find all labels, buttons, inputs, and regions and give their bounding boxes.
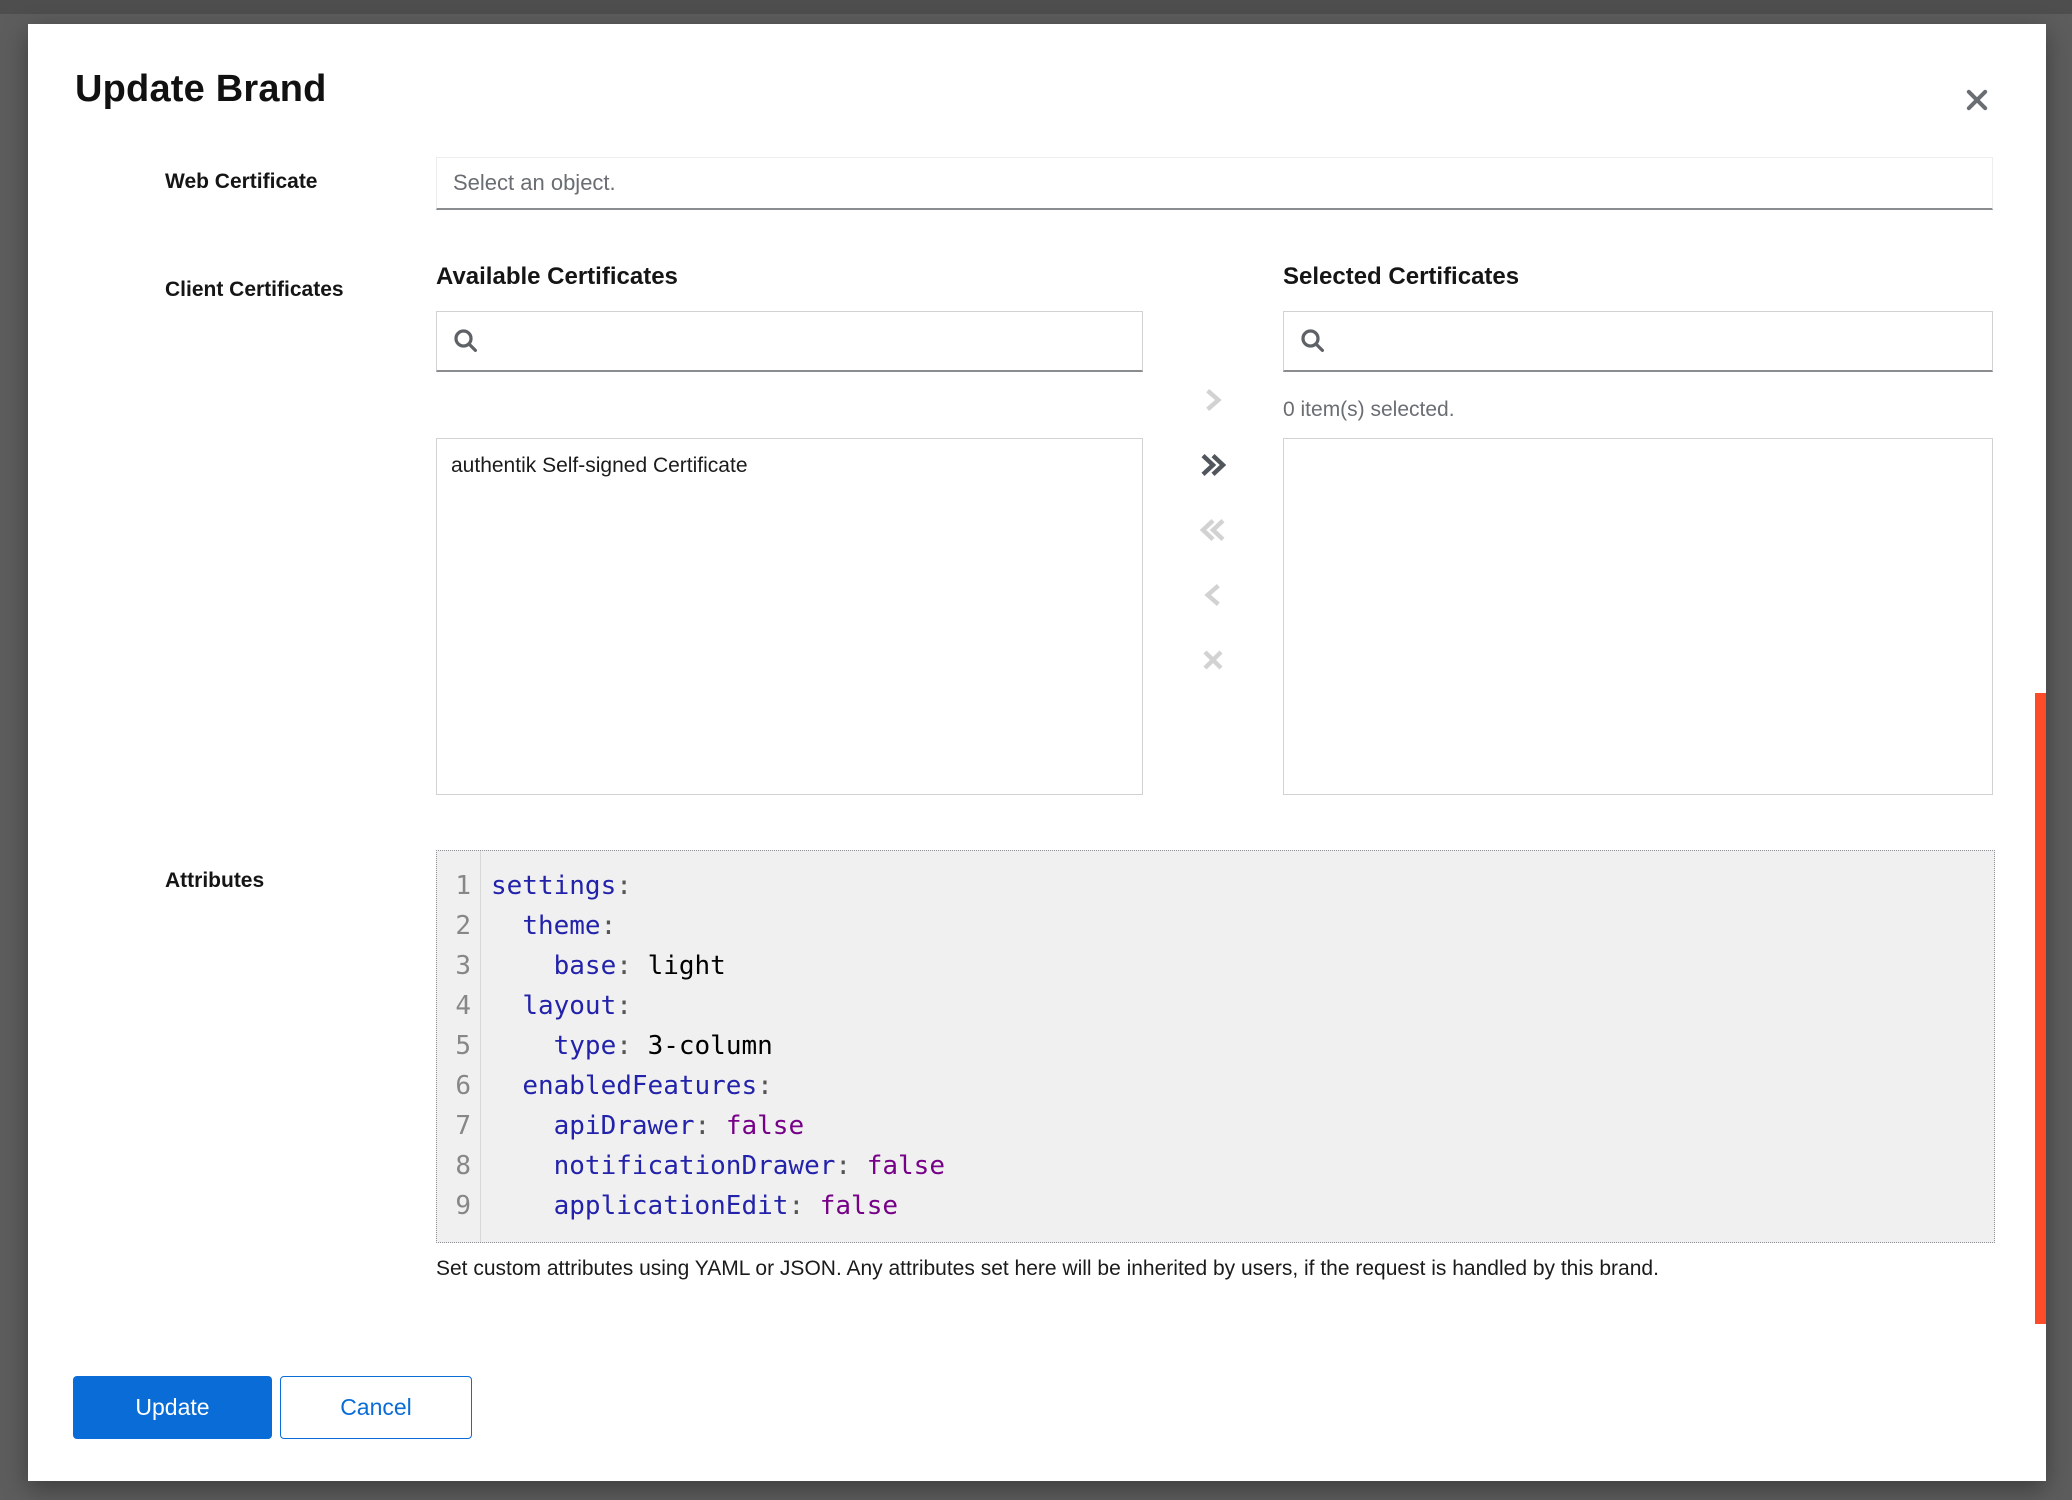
backdrop-top-strip [0,0,2072,14]
available-certificates-header: Available Certificates [436,263,678,291]
times-button[interactable] [1191,638,1235,682]
available-certificates-list[interactable]: authentik Self-signed Certificate [436,438,1143,795]
available-search-input[interactable] [493,312,1128,370]
angle-double-right-icon [1197,449,1229,481]
angle-left-icon [1197,579,1229,611]
code-line: applicationEdit: false [491,1186,1994,1226]
times-icon [1197,644,1229,676]
angle-double-left-button[interactable] [1191,508,1235,552]
update-button[interactable]: Update [73,1376,272,1439]
update-brand-modal: Update Brand Web Certificate Client Cert… [28,24,2046,1481]
angle-left-button[interactable] [1191,573,1235,617]
list-item[interactable]: authentik Self-signed Certificate [437,439,1142,491]
accent-scroll-bar [2035,693,2046,1324]
dual-list-controls [1191,378,1235,703]
angle-double-right-button[interactable] [1191,443,1235,487]
code-line: apiDrawer: false [491,1106,1994,1146]
cancel-button[interactable]: Cancel [280,1376,472,1439]
selected-certificates-list[interactable] [1283,438,1993,795]
code-line-numbers: 123456789 [437,851,481,1242]
client-certificates-label: Client Certificates [165,278,344,302]
selected-search-box [1283,311,1993,372]
selected-certificates-header: Selected Certificates [1283,263,1519,291]
web-certificate-label: Web Certificate [165,170,318,194]
selected-count-status: 0 item(s) selected. [1283,398,1455,422]
code-line: base: light [491,946,1994,986]
angle-right-icon [1197,384,1229,416]
page-title: Update Brand [75,68,327,111]
selected-search-input[interactable] [1340,312,1978,370]
code-line: theme: [491,906,1994,946]
attributes-help-text: Set custom attributes using YAML or JSON… [436,1257,1956,1281]
angle-right-button[interactable] [1191,378,1235,422]
modal-backdrop: Update Brand Web Certificate Client Cert… [0,0,2072,1500]
angle-double-left-icon [1197,514,1229,546]
code-line: settings: [491,866,1994,906]
attributes-label: Attributes [165,869,264,893]
web-certificate-select[interactable] [436,157,1993,210]
close-button[interactable] [1955,78,1999,122]
available-search-box [436,311,1143,372]
search-icon [451,326,481,356]
search-icon [1298,326,1328,356]
close-icon [1963,86,1991,114]
code-line: type: 3-column [491,1026,1994,1066]
code-line: enabledFeatures: [491,1066,1994,1106]
code-content[interactable]: settings: theme: base: light layout: typ… [481,851,1994,1242]
code-line: layout: [491,986,1994,1026]
attributes-code-editor[interactable]: 123456789 settings: theme: base: light l… [436,850,1995,1243]
code-line: notificationDrawer: false [491,1146,1994,1186]
